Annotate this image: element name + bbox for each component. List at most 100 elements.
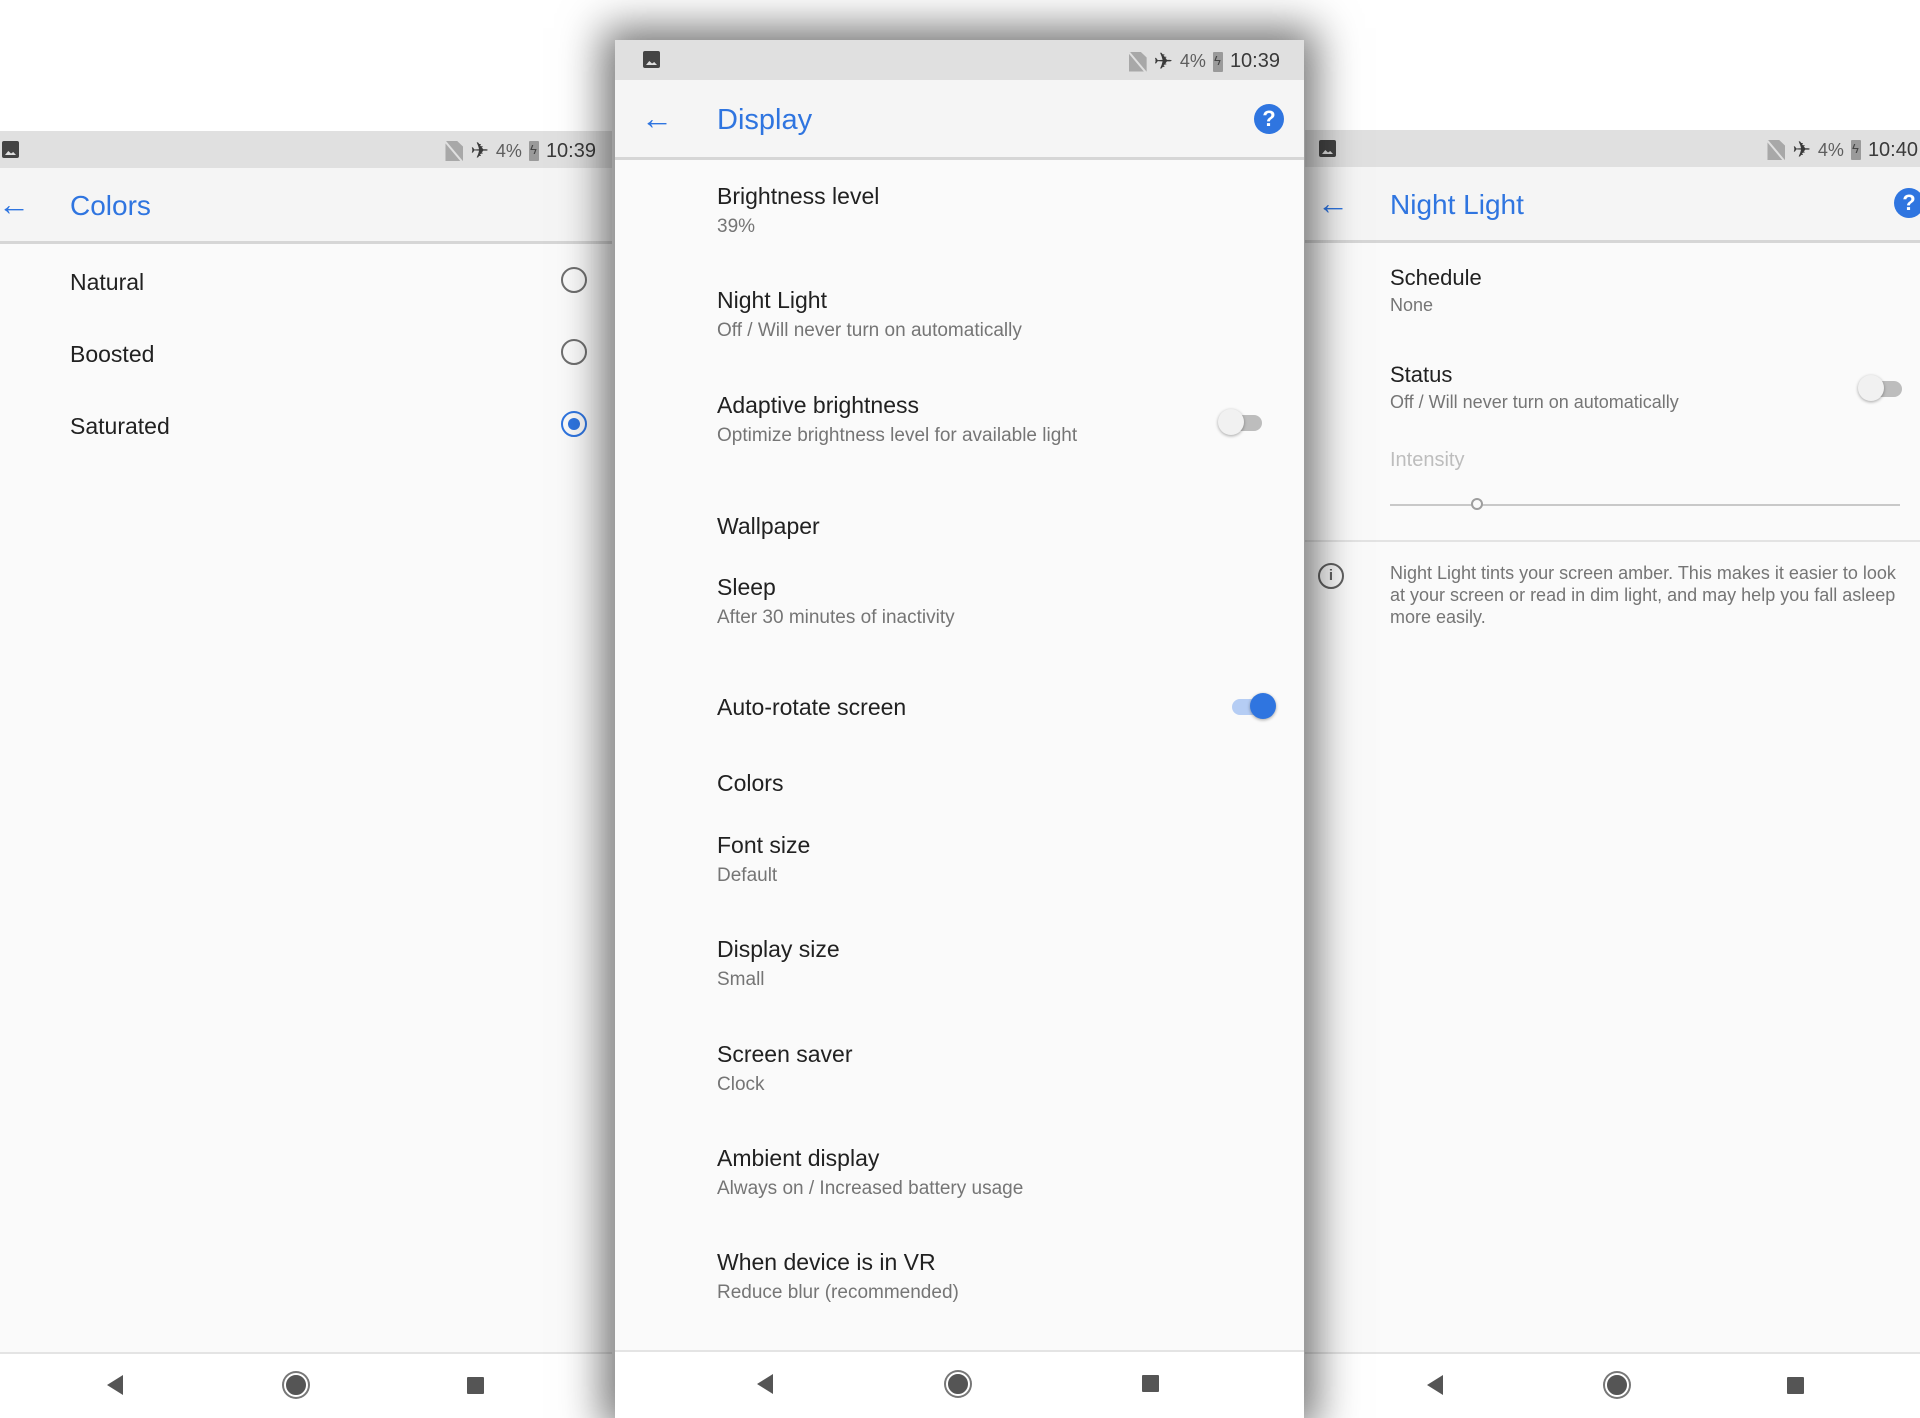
battery-charging-icon — [528, 141, 539, 161]
setting-wallpaper[interactable]: Wallpaper — [615, 484, 1304, 572]
intensity-setting[interactable]: Intensity — [1305, 440, 1920, 540]
night-light-screen: ✈ 4% 10:40 ← Night Light ? Schedule None… — [1305, 130, 1920, 1418]
nav-home-icon[interactable] — [946, 1372, 970, 1396]
setting-colors[interactable]: Colors — [615, 743, 1304, 831]
back-arrow-icon[interactable]: ← — [1317, 187, 1349, 219]
setting-title: Colors — [717, 770, 784, 796]
setting-sleep[interactable]: Sleep After 30 minutes of inactivity — [615, 561, 1304, 661]
back-arrow-icon[interactable]: ← — [0, 188, 30, 220]
setting-adaptive-brightness[interactable]: Adaptive brightness Optimize brightness … — [615, 379, 1304, 479]
setting-font-size[interactable]: Font size Default — [615, 819, 1304, 919]
clock: 10:39 — [545, 139, 596, 162]
no-sim-icon — [445, 141, 464, 161]
app-bar: ← Night Light ? — [1305, 167, 1920, 243]
setting-title: Font size — [717, 832, 811, 858]
setting-title: When device is in VR — [717, 1249, 936, 1275]
status-bar: ✈ 4% 10:40 — [1305, 130, 1920, 167]
setting-subtitle: Off / Will never turn on automatically — [1390, 392, 1679, 412]
colors-screen: ✈ 4% 10:39 ← Colors Natural Boosted Satu… — [0, 131, 612, 1418]
setting-title: Ambient display — [717, 1145, 880, 1171]
setting-night-light[interactable]: Night Light Off / Will never turn on aut… — [615, 274, 1304, 374]
color-option-natural[interactable]: Natural — [0, 256, 612, 326]
status-setting[interactable]: Status Off / Will never turn on automati… — [1305, 350, 1920, 430]
setting-title: Display size — [717, 936, 840, 962]
nav-recents-icon[interactable] — [467, 1377, 484, 1394]
setting-title: Night Light — [717, 287, 827, 313]
color-option-boosted[interactable]: Boosted — [0, 328, 612, 398]
help-icon[interactable]: ? — [1894, 188, 1920, 218]
setting-title: Auto-rotate screen — [717, 694, 907, 720]
intensity-slider-track[interactable] — [1390, 504, 1900, 506]
setting-subtitle: 39% — [717, 216, 756, 237]
intensity-label: Intensity — [1390, 449, 1465, 471]
setting-title: Adaptive brightness — [717, 392, 920, 418]
setting-subtitle: None — [1390, 295, 1434, 315]
page-title: Display — [717, 104, 813, 136]
airplane-icon: ✈ — [1153, 48, 1173, 74]
battery-percent: 4% — [1817, 139, 1844, 160]
setting-subtitle: Off / Will never turn on automatically — [717, 320, 1022, 341]
nav-back-icon[interactable] — [1427, 1375, 1443, 1395]
setting-title: Sleep — [717, 574, 776, 600]
no-sim-icon — [1128, 51, 1147, 72]
battery-charging-icon — [1212, 51, 1223, 72]
status-icons: ✈ 4% 10:39 — [445, 138, 596, 164]
color-option-saturated[interactable]: Saturated — [0, 400, 612, 470]
setting-screen-saver[interactable]: Screen saver Clock — [615, 1028, 1304, 1128]
nav-recents-icon[interactable] — [1787, 1377, 1804, 1394]
no-sim-icon — [1767, 140, 1786, 160]
image-notification-icon — [2, 141, 19, 158]
setting-subtitle: Optimize brightness level for available … — [717, 425, 1078, 446]
setting-brightness-level[interactable]: Brightness level 39% — [615, 170, 1304, 270]
display-screen: ✈ 4% 10:39 ← Display ? Brightness level … — [615, 40, 1304, 1418]
back-arrow-icon[interactable]: ← — [641, 102, 673, 134]
schedule-setting[interactable]: Schedule None — [1305, 253, 1920, 333]
setting-subtitle: Default — [717, 865, 778, 886]
nav-home-icon[interactable] — [284, 1373, 308, 1397]
battery-percent: 4% — [495, 140, 522, 161]
setting-title: Status — [1390, 362, 1453, 387]
setting-vr-mode[interactable]: When device is in VR Reduce blur (recomm… — [615, 1236, 1304, 1336]
clock: 10:40 — [1867, 138, 1918, 161]
navigation-bar — [615, 1350, 1304, 1418]
airplane-icon: ✈ — [1792, 137, 1811, 162]
info-icon: i — [1318, 563, 1344, 589]
setting-title: Wallpaper — [717, 513, 820, 539]
clock: 10:39 — [1229, 50, 1280, 72]
setting-auto-rotate[interactable]: Auto-rotate screen — [615, 665, 1304, 753]
radio-selected[interactable] — [561, 411, 587, 437]
info-text: Night Light tints your screen amber. Thi… — [1390, 563, 1896, 627]
status-toggle[interactable] — [1858, 375, 1904, 401]
status-bar: ✈ 4% 10:39 — [615, 40, 1304, 80]
nav-back-icon[interactable] — [757, 1374, 773, 1394]
setting-subtitle: Small — [717, 969, 765, 990]
image-notification-icon — [1319, 140, 1336, 157]
setting-subtitle: Reduce blur (recommended) — [717, 1282, 959, 1303]
setting-subtitle: Always on / Increased battery usage — [717, 1178, 1024, 1199]
battery-charging-icon — [1850, 140, 1861, 160]
auto-rotate-toggle[interactable] — [1228, 693, 1276, 719]
app-bar: ← Display ? — [615, 80, 1304, 160]
option-label: Boosted — [70, 341, 155, 367]
intensity-slider-thumb[interactable] — [1470, 498, 1483, 510]
setting-title: Screen saver — [717, 1041, 853, 1067]
status-icons: ✈ 4% 10:40 — [1767, 137, 1918, 163]
airplane-icon: ✈ — [470, 138, 489, 163]
setting-display-size[interactable]: Display size Small — [615, 923, 1304, 1023]
radio-unselected[interactable] — [561, 267, 587, 293]
navigation-bar — [0, 1352, 612, 1418]
nav-back-icon[interactable] — [107, 1375, 123, 1395]
image-notification-icon — [643, 51, 660, 68]
app-bar: ← Colors — [0, 168, 612, 244]
setting-subtitle: Clock — [717, 1074, 765, 1095]
nav-home-icon[interactable] — [1605, 1373, 1629, 1397]
status-icons: ✈ 4% 10:39 — [1128, 48, 1280, 75]
option-label: Natural — [70, 269, 145, 295]
adaptive-brightness-toggle[interactable] — [1218, 409, 1264, 435]
radio-unselected[interactable] — [561, 339, 587, 365]
status-bar: ✈ 4% 10:39 — [0, 131, 612, 168]
nav-recents-icon[interactable] — [1142, 1375, 1159, 1392]
setting-ambient-display[interactable]: Ambient display Always on / Increased ba… — [615, 1132, 1304, 1232]
help-icon[interactable]: ? — [1254, 104, 1284, 134]
divider — [1305, 540, 1920, 542]
